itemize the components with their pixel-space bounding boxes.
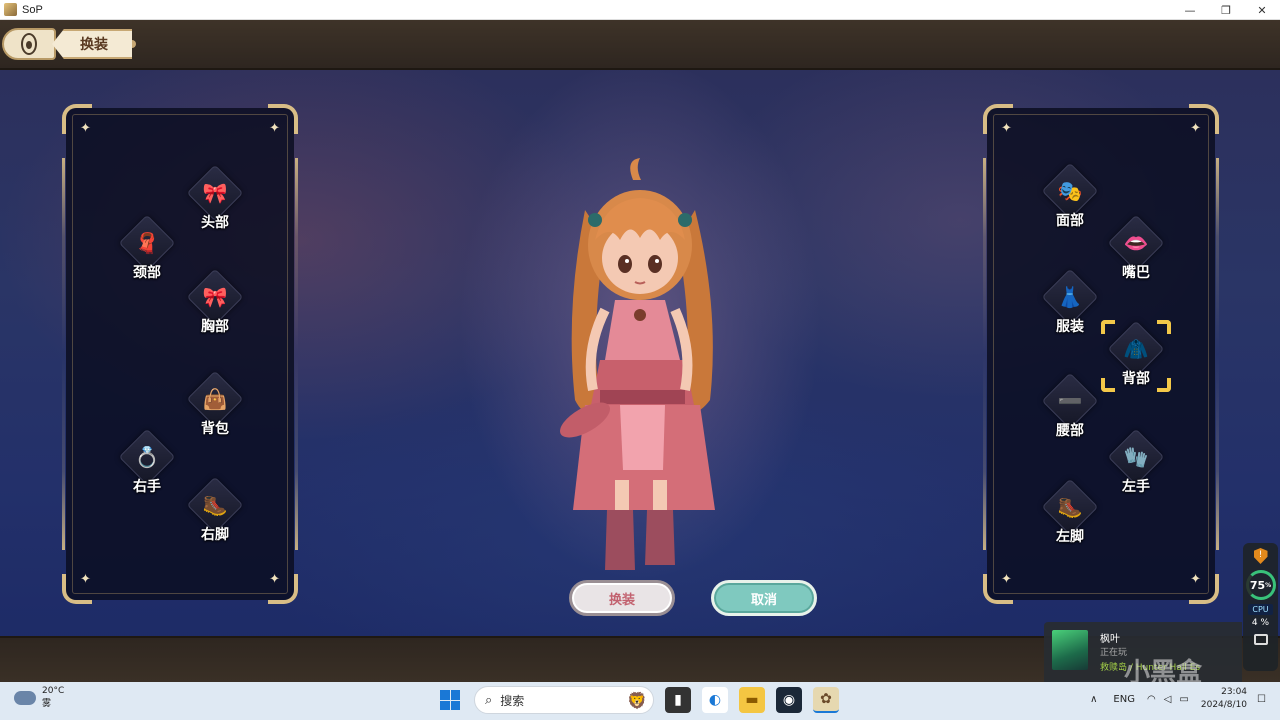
cpu-usage: 4 % [1251,618,1270,628]
sparkle-icon: ✦ [1001,121,1012,136]
lion-icon: 🦁 [627,690,647,710]
slot-waist[interactable]: ➖ 腰部 [1035,372,1105,446]
wifi-icon[interactable]: ◠ [1147,694,1156,705]
slot-left-hand[interactable]: 🧤 左手 [1101,428,1171,502]
start-button[interactable] [440,690,460,710]
boot-icon: 🥾 [1057,495,1083,519]
search-box[interactable]: ⌕ 搜索 🦁 [474,686,654,714]
slot-label: 服装 [1056,319,1084,335]
gauge-value: 75 [1249,578,1266,592]
sparkle-icon: ✦ [1190,121,1201,136]
tray-chevron-icon[interactable]: ∧ [1090,694,1097,705]
sparkle-icon: ✦ [80,572,91,587]
battery-icon[interactable]: ▭ [1179,694,1188,705]
slot-bag[interactable]: 👜 背包 [180,370,250,444]
sparkle-icon: ✦ [1190,572,1201,587]
camera-icon[interactable] [1253,634,1268,645]
time: 23:04 [1221,687,1248,697]
slot-label: 左脚 [1056,529,1084,545]
dress-icon: 👗 [1057,285,1083,309]
slot-face[interactable]: 🎭 面部 [1035,162,1105,236]
task-view-icon[interactable]: ▮ [665,687,691,713]
slot-back[interactable]: 🧥 背部 [1101,320,1171,394]
slot-label: 背包 [201,421,229,437]
weather-temp: 20°C [42,686,65,696]
taskbar: 20°C 雾 ⌕ 搜索 🦁 ▮ ◐ ▬ ◉ ✿ ∧ ENG ◠ ◁ ▭ 23:0… [0,682,1280,720]
game-viewport: 换装 ✦ ✦ ✦ ✦ 🎀 头部 🧣 颈部 🎀 胸部 👜 背包 💍 右手 🥾 右脚… [0,20,1280,682]
slot-right-hand[interactable]: 💍 右手 [112,428,182,502]
tab-dress-up[interactable]: 换装 [52,29,132,59]
window-title: SoP [22,3,43,16]
slot-mouth[interactable]: 👄 嘴巴 [1101,214,1171,288]
cloud-icon [14,690,36,705]
sparkle-icon: ✦ [269,572,280,587]
app-icon [4,3,17,16]
language-indicator[interactable]: ENG [1113,694,1135,705]
right-equipment-panel: ✦ ✦ ✦ ✦ 🎭 面部 👄 嘴巴 👗 服装 🧥 背部 ➖ 腰部 🧤 左手 🥾 … [983,104,1219,604]
belt-icon: ➖ [1057,389,1083,413]
game-app-icon[interactable]: ✿ [813,687,839,713]
notification-icon[interactable]: ☐ [1257,694,1266,705]
slot-neck[interactable]: 🧣 颈部 [112,214,182,288]
character-model [560,158,715,570]
slot-outfit[interactable]: 👗 服装 [1035,268,1105,342]
slot-label: 嘴巴 [1122,265,1150,281]
friend-name: 枫叶 [1100,634,1120,645]
sparkle-icon: ✦ [1001,572,1012,587]
fps-gauge: 75% [1245,570,1276,600]
search-placeholder: 搜索 [500,693,525,708]
cpu-label: CPU [1248,604,1273,615]
top-bar: 换装 [0,20,1280,70]
slot-label: 右手 [133,479,161,495]
mask-icon: 🎭 [1057,179,1083,203]
scarf-icon: 🧣 [134,231,160,255]
lips-icon: 👄 [1123,231,1149,255]
slot-label: 面部 [1056,213,1084,229]
date: 2024/8/10 [1200,700,1248,710]
friend-status: 正在玩 [1100,648,1128,658]
cancel-button[interactable]: 取消 [711,580,817,616]
back-button[interactable] [2,28,56,60]
slot-left-foot[interactable]: 🥾 左脚 [1035,478,1105,552]
slot-label: 左手 [1122,479,1150,495]
slot-label: 腰部 [1056,423,1084,439]
volume-icon[interactable]: ◁ [1164,694,1172,705]
bow-icon: 🎀 [202,181,228,205]
slot-label: 背部 [1122,371,1150,387]
left-equipment-panel: ✦ ✦ ✦ ✦ 🎀 头部 🧣 颈部 🎀 胸部 👜 背包 💍 右手 🥾 右脚 [62,104,298,604]
sparkle-icon: ✦ [80,121,91,136]
sparkle-icon: ✦ [269,121,280,136]
avatar [1052,630,1088,670]
weather-widget[interactable]: 20°C 雾 [14,686,64,709]
minimize-button[interactable]: — [1172,0,1208,20]
search-icon: ⌕ [485,692,493,708]
clock[interactable]: 23:04 2024/8/10 [1201,686,1247,712]
maximize-button[interactable]: ❐ [1208,0,1244,20]
slot-right-foot[interactable]: 🥾 右脚 [180,476,250,550]
slot-label: 头部 [201,215,229,231]
window-titlebar: SoP — ❐ ✕ [0,0,1280,20]
weather-desc: 雾 [42,699,52,709]
steam-icon[interactable]: ◉ [776,687,802,713]
egg-icon [21,33,37,55]
performance-overlay: ! 75% CPU 4 % [1243,543,1278,671]
close-button[interactable]: ✕ [1244,0,1280,20]
shield-icon: ! [1253,548,1268,564]
slot-label: 右脚 [201,527,229,543]
boot-icon: 🥾 [202,493,228,517]
slot-label: 颈部 [133,265,161,281]
ribbon-icon: 🎀 [202,285,228,309]
equip-button[interactable]: 换装 [569,580,675,616]
gauge-unit: % [1265,581,1272,589]
bracelet-icon: 💍 [134,445,160,469]
slot-chest[interactable]: 🎀 胸部 [180,268,250,342]
folder-icon[interactable]: ▬ [739,687,765,713]
slot-head[interactable]: 🎀 头部 [180,164,250,238]
glove-icon: 🧤 [1123,445,1149,469]
cape-icon: 🧥 [1123,337,1149,361]
slot-label: 胸部 [201,319,229,335]
edge-icon[interactable]: ◐ [702,687,728,713]
bag-icon: 👜 [202,387,228,411]
